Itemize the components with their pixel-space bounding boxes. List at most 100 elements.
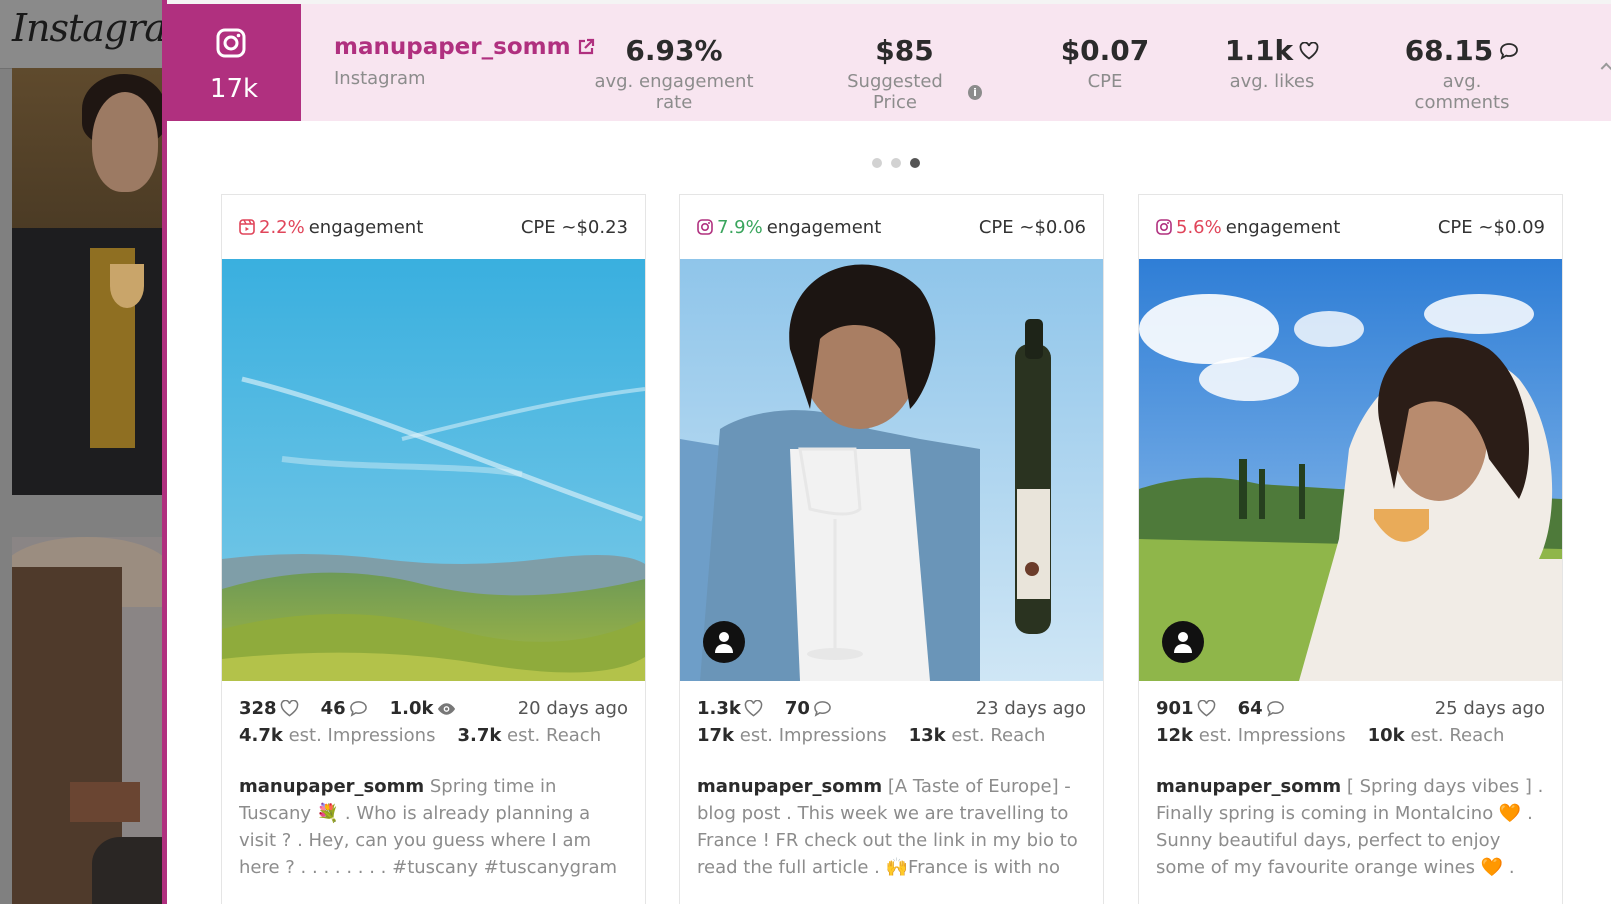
eye-icon (437, 702, 455, 715)
post-author[interactable]: manupaper_somm (697, 776, 882, 797)
carousel-dot[interactable] (891, 158, 901, 168)
heart-icon (1299, 41, 1319, 60)
woman-in-vineyard-photo (1139, 259, 1562, 681)
heart-icon (744, 700, 763, 717)
post-card[interactable]: 2.2% engagement CPE ~$0.23 328 46 1.0k 2… (221, 194, 646, 904)
stat-avg-likes: 1.1k avg. likes (1222, 34, 1322, 92)
heart-icon (1197, 700, 1215, 717)
background-header: Instagram (0, 0, 202, 69)
impressions-value: 12k (1156, 725, 1194, 746)
post-image[interactable] (222, 259, 645, 681)
stat-value: 6.93% (625, 34, 723, 67)
follower-count: 17k (209, 74, 259, 104)
comment-icon (1266, 701, 1284, 717)
heart-icon (280, 700, 298, 717)
like-count: 328 (239, 698, 277, 719)
posts-section: 2.2% engagement CPE ~$0.23 328 46 1.0k 2… (167, 121, 1611, 904)
background-page: Instagram (0, 0, 202, 904)
stat-label: CPE (1087, 71, 1123, 92)
user-avatar-icon (703, 621, 745, 663)
carousel-dot[interactable] (872, 158, 882, 168)
profile-platform: Instagram (334, 68, 426, 89)
engagement-percent: 2.2% (259, 216, 305, 238)
influencer-modal: 17k manupaper_somm Instagram 6.93% avg. … (162, 0, 1611, 904)
post-date: 23 days ago (975, 698, 1086, 719)
reach-label: est. Reach (507, 725, 602, 746)
post-date: 25 days ago (1434, 698, 1545, 719)
reach-value: 10k (1367, 725, 1405, 746)
carousel-dot-active[interactable] (910, 158, 920, 168)
stat-suggested-price: $85 Suggested Price i (827, 34, 982, 113)
post-card[interactable]: 7.9% engagement CPE ~$0.06 1.3k 70 23 da… (679, 194, 1104, 904)
stat-label: avg. likes (1229, 71, 1315, 92)
post-author[interactable]: manupaper_somm (239, 776, 424, 797)
post-card-header: 2.2% engagement CPE ~$0.23 (222, 195, 645, 259)
engagement-label: engagement (766, 216, 882, 238)
stat-value: $0.07 (1060, 34, 1150, 67)
stat-label: avg. comments (1414, 71, 1510, 113)
post-author[interactable]: manupaper_somm (1156, 776, 1341, 797)
post-caption: manupaper_somm [A Taste of Europe] - blo… (697, 773, 1089, 881)
engagement-percent: 7.9% (717, 216, 763, 238)
reach-value: 3.7k (457, 725, 502, 746)
stat-engagement-rate: 6.93% avg. engagement rate (582, 34, 766, 113)
comment-icon (1500, 42, 1519, 60)
impressions-label: est. Impressions (1198, 725, 1346, 746)
user-avatar-icon (1162, 621, 1204, 663)
post-card-header: 5.6% engagement CPE ~$0.09 (1139, 195, 1562, 259)
carousel-dots (872, 158, 920, 168)
profile-info: manupaper_somm Instagram (334, 34, 595, 89)
post-card-header: 7.9% engagement CPE ~$0.06 (680, 195, 1103, 259)
post-caption: manupaper_somm [ Spring days vibes ] . F… (1156, 773, 1548, 881)
stat-value: 1.1k (1224, 34, 1294, 67)
reach-label: est. Reach (951, 725, 1046, 746)
instagram-icon (697, 219, 713, 235)
comment-icon (349, 701, 367, 717)
background-photo[interactable] (12, 537, 162, 904)
engagement-percent: 5.6% (1176, 216, 1222, 238)
impressions-value: 17k (697, 725, 735, 746)
reach-value: 13k (908, 725, 946, 746)
post-cpe: CPE ~$0.09 (1437, 216, 1545, 238)
instagram-icon (216, 28, 246, 58)
engagement-label: engagement (1225, 216, 1341, 238)
stat-label: Suggested Price (847, 71, 943, 113)
comment-count: 64 (1237, 698, 1263, 719)
profile-handle-link[interactable]: manupaper_somm (334, 34, 595, 60)
comment-icon (814, 701, 831, 717)
post-date: 20 days ago (517, 698, 628, 719)
engagement-label: engagement (308, 216, 424, 238)
reel-icon (239, 219, 255, 235)
like-count: 901 (1156, 698, 1194, 719)
info-icon[interactable]: i (967, 84, 982, 100)
impressions-label: est. Impressions (739, 725, 887, 746)
post-cpe: CPE ~$0.23 (520, 216, 628, 238)
view-count: 1.0k (389, 698, 434, 719)
background-photo[interactable] (12, 68, 162, 495)
stat-label: avg. engagement rate (594, 71, 754, 113)
post-caption: manupaper_somm Spring time in Tuscany 💐 … (239, 773, 631, 881)
stat-value: 68.15 (1404, 34, 1494, 67)
stat-value: $85 (875, 34, 934, 67)
post-cpe: CPE ~$0.06 (978, 216, 1086, 238)
instagram-icon (1156, 219, 1172, 235)
followers-block: 17k (167, 4, 301, 121)
stats-bar: 17k manupaper_somm Instagram 6.93% avg. … (167, 4, 1611, 121)
impressions-value: 4.7k (239, 725, 283, 746)
stat-avg-comments: 68.15 avg. comments (1397, 34, 1527, 113)
impressions-label: est. Impressions (288, 725, 436, 746)
profile-handle[interactable]: manupaper_somm (334, 34, 571, 60)
woman-with-wine-photo (680, 259, 1103, 681)
landscape-photo (222, 259, 645, 681)
reach-label: est. Reach (1410, 725, 1505, 746)
comment-count: 46 (320, 698, 346, 719)
post-metrics: 328 46 1.0k 20 days ago 4.7k est. Impres… (239, 695, 628, 749)
post-image[interactable] (680, 259, 1103, 681)
stat-cpe: $0.07 CPE (1057, 34, 1153, 92)
like-count: 1.3k (697, 698, 741, 719)
post-metrics: 1.3k 70 23 days ago 17k est. Impressions… (697, 695, 1086, 749)
comment-count: 70 (784, 698, 810, 719)
scroll-right-arrow-icon[interactable] (1600, 62, 1611, 76)
post-image[interactable] (1139, 259, 1562, 681)
post-card[interactable]: 5.6% engagement CPE ~$0.09 901 64 25 day… (1138, 194, 1563, 904)
